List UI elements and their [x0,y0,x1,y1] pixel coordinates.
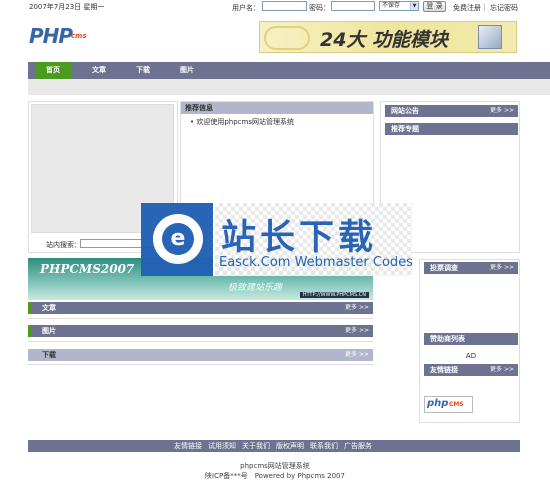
announcement-more-link[interactable]: 更多 >> [490,105,514,117]
site-logo[interactable]: PHP cms [29,24,103,54]
chevron-down-icon: ▼ [410,2,418,10]
category-bar-articles: 文章 更多 >> [28,302,373,314]
banner-title: PHPCMS2007 [40,262,135,276]
footer-copyright: 陕ICP备***号 Powered by Phpcms 2007 [205,472,345,480]
category-more-link[interactable]: 更多 >> [345,325,369,337]
ad-text[interactable]: AD [424,352,518,360]
category-bar-images: 图片 更多 >> [28,325,373,337]
link-separator: | [483,3,486,11]
vote-more-link[interactable]: 更多 >> [490,262,514,274]
friend-links-title: 友情链接 [430,366,458,374]
watermark-title: 站长下载 [221,218,378,258]
divider [28,364,373,365]
username-input[interactable] [262,1,307,11]
recommend-title: 推荐信息 [181,102,373,114]
cube-icon [478,25,502,49]
footer-nav: 友情链接 试用须知 关于我们 版权声明 联系我们 广告服务 [28,440,520,452]
category-label: 图片 [42,327,56,335]
category-bar-downloads: 下载 更多 >> [28,349,373,361]
friend-links-more-link[interactable]: 更多 >> [490,364,514,376]
footer-site-name: phpcms网站管理系统 [240,462,310,470]
footer-link[interactable]: 广告服务 [344,440,372,452]
vote-title: 投票调查 [430,264,458,272]
footer-link[interactable]: 友情链接 [174,440,202,452]
cookie-select[interactable]: 不保存 ▼ [379,1,419,11]
announcement-title: 网站公告 [391,107,419,115]
password-input[interactable] [331,1,375,11]
topics-header: 推荐专题 [385,123,518,135]
ad-banner[interactable]: 24大 功能模块 [259,21,517,53]
watermark-logo: e [141,203,213,276]
watermark-subtitle: Easck.Com Webmaster Codes [219,255,413,270]
footer-link[interactable]: 关于我们 [242,440,270,452]
banner-slogan: 极致建站乐趣 [228,283,283,293]
logo-sub-text: cms [71,32,87,40]
sub-nav-bar [28,79,550,95]
friend-logo-main: php [427,398,449,409]
divider [28,341,373,342]
watermark-e-icon: e [162,223,194,255]
category-label: 文章 [42,304,56,312]
logo-main-text: PHP [29,24,73,48]
password-label: 密码： [309,4,330,12]
vote-header: 投票调查 更多 >> [424,262,518,274]
sponsors-title: 赞助商列表 [430,335,465,343]
swirl-decoration [264,26,310,50]
forgot-password-link[interactable]: 忘记密码 [490,3,518,13]
sponsors-header: 赞助商列表 [424,333,518,345]
cookie-select-value: 不保存 [382,2,401,9]
recommend-item[interactable]: • 欢迎使用phpcms网站管理系统 [190,117,294,127]
category-label: 下载 [42,351,56,359]
announcement-header: 网站公告 更多 >> [385,105,518,117]
friend-link-logo[interactable]: php CMS [424,396,473,413]
site-search-label: 站内搜索： [46,241,81,249]
date-text: 2007年7月23日 星期一 [29,3,105,11]
main-nav: 首页 文章 下载 图片 [28,62,550,79]
watermark-letter: e [170,226,186,251]
footer-link[interactable]: 试用须知 [208,440,236,452]
category-marker [28,302,31,314]
nav-item-downloads[interactable]: 下载 [128,62,158,79]
category-marker [28,325,31,337]
watermark-overlay: e 站长下载 Easck.Com Webmaster Codes [141,203,413,276]
divider [28,318,373,319]
friend-logo-sub: CMS [449,401,464,408]
nav-item-articles[interactable]: 文章 [84,62,114,79]
nav-item-images[interactable]: 图片 [172,62,202,79]
nav-item-home[interactable]: 首页 [35,62,71,79]
banner-url: HTTP://WWW.PHPCMS.CN [299,292,369,298]
topics-title: 推荐专题 [391,125,419,133]
friend-links-header: 友情链接 更多 >> [424,364,518,376]
register-link[interactable]: 免费注册 [453,3,481,13]
category-more-link[interactable]: 更多 >> [345,302,369,314]
login-button[interactable]: 登 录 [423,1,446,12]
ad-banner-text: 24大 功能模块 [320,29,449,51]
footer-link[interactable]: 联系我们 [310,440,338,452]
category-more-link[interactable]: 更多 >> [345,349,369,361]
username-label: 用户名： [232,4,260,12]
footer-link[interactable]: 版权声明 [276,440,304,452]
